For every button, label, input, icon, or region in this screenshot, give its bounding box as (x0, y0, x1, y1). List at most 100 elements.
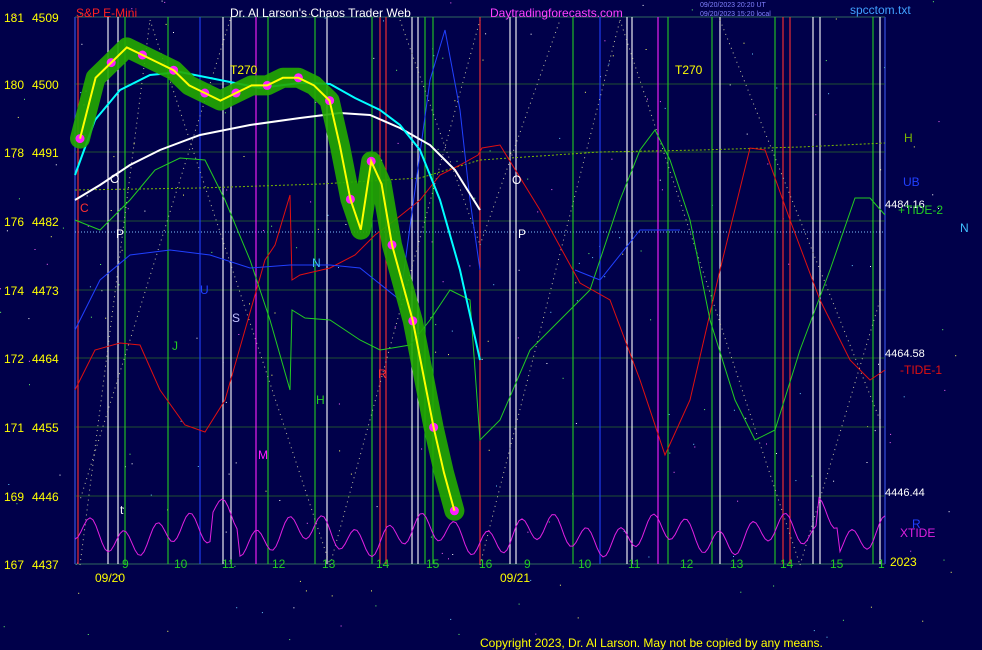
star (397, 142, 399, 144)
star (345, 224, 347, 225)
star (87, 634, 89, 635)
star (612, 55, 614, 57)
star (745, 417, 747, 419)
star (835, 18, 837, 20)
y-left-label: 171 (4, 421, 24, 435)
chart-letter: O (110, 172, 119, 186)
star (225, 401, 227, 403)
star (691, 9, 693, 11)
star (228, 473, 230, 475)
star (121, 249, 123, 251)
star (826, 636, 828, 638)
star (0, 288, 1, 290)
star (235, 462, 237, 464)
star (776, 453, 777, 454)
star (537, 211, 539, 213)
star (559, 584, 561, 586)
y-price-label: 4482 (32, 215, 59, 229)
y-left-label: 174 (4, 284, 24, 298)
star (86, 195, 88, 197)
star (828, 93, 830, 95)
star (485, 33, 487, 35)
star (265, 490, 267, 492)
star (18, 198, 20, 200)
star (46, 263, 48, 265)
star (932, 1, 934, 3)
star (279, 500, 281, 501)
star (180, 420, 182, 422)
star (608, 63, 610, 65)
star (551, 189, 553, 191)
star (773, 585, 775, 587)
star (441, 552, 443, 554)
star (28, 318, 30, 320)
star (866, 462, 868, 463)
y-left-label: 180 (4, 78, 24, 92)
star (943, 559, 945, 561)
chart-letter: P (116, 227, 124, 241)
star (150, 494, 152, 496)
y-price-label: 4500 (32, 78, 59, 92)
line-label: UB (903, 175, 920, 189)
star (647, 98, 648, 100)
star (78, 592, 80, 594)
star (211, 251, 213, 253)
star (481, 358, 483, 360)
star (740, 591, 742, 593)
star (430, 536, 432, 538)
star (578, 262, 580, 264)
star (842, 619, 844, 621)
star (889, 442, 891, 444)
star (448, 354, 449, 356)
star (530, 579, 532, 581)
star (442, 57, 444, 59)
star (766, 443, 767, 445)
star (648, 556, 650, 558)
star (226, 189, 228, 191)
star (645, 49, 647, 50)
x-hour-label: 9 (524, 557, 531, 571)
timestamp-ut: 09/20/2023 20:20 UT (700, 2, 766, 9)
star (693, 443, 695, 445)
y-left-label: 181 (4, 11, 24, 25)
star (456, 160, 458, 162)
star (338, 267, 339, 268)
star (224, 112, 226, 114)
chart-background (0, 0, 982, 650)
star (421, 448, 423, 450)
star (576, 300, 578, 302)
y-price-label: 4464 (32, 352, 59, 366)
star (6, 230, 8, 232)
chart-letter: U (200, 283, 209, 297)
star (550, 311, 552, 313)
star (317, 228, 319, 230)
star (669, 452, 671, 454)
star (59, 474, 61, 476)
star (458, 633, 460, 635)
star (535, 633, 537, 635)
y-left-label: 172 (4, 352, 24, 366)
line-label: H (904, 131, 913, 145)
star (289, 639, 291, 641)
star (197, 466, 199, 467)
star (243, 156, 245, 157)
star (813, 630, 815, 632)
star (113, 156, 115, 158)
star (55, 164, 57, 166)
star (584, 91, 586, 93)
x-hour-label: 12 (680, 557, 694, 571)
site-link[interactable]: Daytradingforecasts.com (490, 6, 623, 20)
star (825, 60, 827, 62)
star (338, 403, 340, 405)
star (474, 197, 476, 199)
star (922, 620, 924, 622)
star (118, 284, 120, 286)
star (293, 607, 295, 609)
star (50, 236, 52, 238)
star (733, 409, 735, 411)
star (442, 281, 444, 283)
star (668, 414, 670, 415)
star (890, 433, 892, 435)
star (833, 480, 835, 482)
star (487, 340, 489, 342)
